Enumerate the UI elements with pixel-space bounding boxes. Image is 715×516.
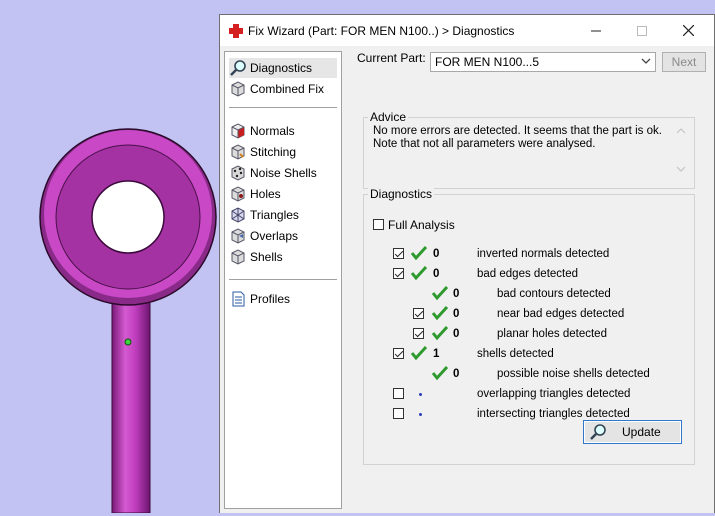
pending-dot-icon bbox=[419, 393, 422, 396]
full-analysis-checkbox[interactable] bbox=[373, 219, 384, 230]
part-model bbox=[39, 128, 217, 514]
next-button[interactable]: Next bbox=[662, 52, 706, 72]
noise-shells-icon bbox=[231, 165, 245, 181]
marker-dot bbox=[124, 338, 132, 346]
nav-triangles[interactable]: Triangles bbox=[229, 205, 337, 225]
chevron-down-icon bbox=[641, 58, 651, 64]
shells-label: shells detected bbox=[477, 348, 554, 360]
check-icon bbox=[431, 365, 449, 381]
nav-label: Triangles bbox=[250, 208, 299, 222]
sidebar: Diagnostics Combined Fix Normals Stitchi… bbox=[224, 51, 342, 509]
update-label: Update bbox=[622, 425, 661, 439]
current-part-select[interactable]: FOR MEN N100...5 bbox=[430, 52, 656, 72]
nav-label: Combined Fix bbox=[250, 82, 325, 96]
nav-label: Stitching bbox=[250, 145, 297, 159]
magnifier-icon bbox=[590, 424, 606, 440]
advice-line: Note that not all parameters were analys… bbox=[373, 138, 596, 150]
noise-shells-label: possible noise shells detected bbox=[497, 368, 650, 380]
maximize-button[interactable] bbox=[619, 15, 665, 46]
advice-group: No more errors are detected. It seems th… bbox=[363, 117, 695, 189]
nav-stitching[interactable]: Stitching bbox=[229, 142, 337, 162]
nav-noise-shells[interactable]: Noise Shells bbox=[229, 163, 337, 183]
inverted-normals-label: inverted normals detected bbox=[477, 248, 610, 260]
nav-label: Diagnostics bbox=[250, 61, 313, 75]
shells-checkbox[interactable] bbox=[393, 348, 404, 359]
near-bad-edges-label: near bad edges detected bbox=[497, 308, 625, 320]
maximize-icon bbox=[637, 25, 647, 36]
nav-label: Holes bbox=[250, 187, 281, 201]
advice-line: No more errors are detected. It seems th… bbox=[373, 125, 662, 137]
pending-dot-icon bbox=[419, 413, 422, 416]
check-icon bbox=[431, 285, 449, 301]
check-icon bbox=[431, 325, 449, 341]
nav-label: Normals bbox=[250, 124, 295, 138]
overlapping-triangles-label: overlapping triangles detected bbox=[477, 388, 631, 400]
planar-holes-checkbox[interactable] bbox=[413, 328, 424, 339]
nav-label: Shells bbox=[250, 250, 283, 264]
nav-label: Noise Shells bbox=[250, 166, 317, 180]
near-bad-edges-checkbox[interactable] bbox=[413, 308, 424, 319]
current-part-value: FOR MEN N100...5 bbox=[435, 55, 540, 69]
update-button[interactable]: Update bbox=[583, 420, 682, 444]
shells-cube-icon bbox=[231, 249, 245, 265]
bad-edges-checkbox[interactable] bbox=[393, 268, 404, 279]
bad-contours-count: 0 bbox=[453, 288, 460, 300]
check-icon bbox=[410, 245, 428, 261]
triangles-cube-icon bbox=[231, 207, 245, 223]
magnifier-icon bbox=[230, 60, 246, 76]
nav-profiles[interactable]: Profiles bbox=[229, 289, 337, 309]
close-icon bbox=[682, 25, 694, 36]
nav-label: Overlaps bbox=[250, 229, 299, 243]
minimize-icon bbox=[591, 30, 601, 31]
bad-edges-label: bad edges detected bbox=[477, 268, 579, 280]
check-icon bbox=[410, 265, 428, 281]
normals-cube-icon bbox=[231, 123, 245, 139]
window-title: Fix Wizard (Part: FOR MEN N100..) > Diag… bbox=[248, 24, 515, 38]
nav-normals[interactable]: Normals bbox=[229, 121, 337, 141]
holes-cube-icon bbox=[231, 186, 245, 202]
minimize-button[interactable] bbox=[573, 15, 619, 46]
3d-viewport[interactable] bbox=[0, 0, 220, 514]
close-button[interactable] bbox=[665, 15, 711, 46]
planar-holes-count: 0 bbox=[453, 328, 460, 340]
bad-edges-count: 0 bbox=[433, 268, 440, 280]
advice-legend: Advice bbox=[368, 110, 409, 124]
diagnostics-legend: Diagnostics bbox=[368, 187, 435, 201]
near-bad-edges-count: 0 bbox=[453, 308, 460, 320]
document-icon bbox=[232, 291, 245, 307]
overlapping-triangles-checkbox[interactable] bbox=[393, 388, 404, 399]
nav-combined-fix[interactable]: Combined Fix bbox=[229, 79, 337, 99]
advice-scrollbar[interactable] bbox=[673, 125, 690, 175]
intersecting-triangles-label: intersecting triangles detected bbox=[477, 408, 630, 420]
check-icon bbox=[410, 345, 428, 361]
inverted-normals-checkbox[interactable] bbox=[393, 248, 404, 259]
bad-contours-label: bad contours detected bbox=[497, 288, 611, 300]
stitching-cube-icon bbox=[231, 144, 245, 160]
noise-shells-count: 0 bbox=[453, 368, 460, 380]
shells-count: 1 bbox=[433, 348, 440, 360]
nav-shells[interactable]: Shells bbox=[229, 247, 337, 267]
advice-text: No more errors are detected. It seems th… bbox=[373, 125, 663, 151]
planar-holes-label: planar holes detected bbox=[497, 328, 607, 340]
cube-icon bbox=[231, 81, 245, 97]
cross-icon bbox=[229, 24, 243, 38]
divider bbox=[229, 107, 337, 108]
title-bar: Fix Wizard (Part: FOR MEN N100..) > Diag… bbox=[220, 15, 714, 46]
overlaps-cube-icon bbox=[231, 228, 245, 244]
full-analysis-label: Full Analysis bbox=[388, 218, 455, 232]
inverted-normals-count: 0 bbox=[433, 248, 440, 260]
intersecting-triangles-checkbox[interactable] bbox=[393, 408, 404, 419]
check-icon bbox=[431, 305, 449, 321]
nav-holes[interactable]: Holes bbox=[229, 184, 337, 204]
fix-wizard-window: Fix Wizard (Part: FOR MEN N100..) > Diag… bbox=[219, 14, 715, 513]
nav-label: Profiles bbox=[250, 292, 291, 306]
divider bbox=[229, 279, 337, 280]
wizard-content: Diagnostics Combined Fix Normals Stitchi… bbox=[220, 46, 714, 513]
current-part-label: Current Part: bbox=[357, 51, 426, 65]
nav-overlaps[interactable]: Overlaps bbox=[229, 226, 337, 246]
nav-diagnostics[interactable]: Diagnostics bbox=[229, 58, 337, 78]
